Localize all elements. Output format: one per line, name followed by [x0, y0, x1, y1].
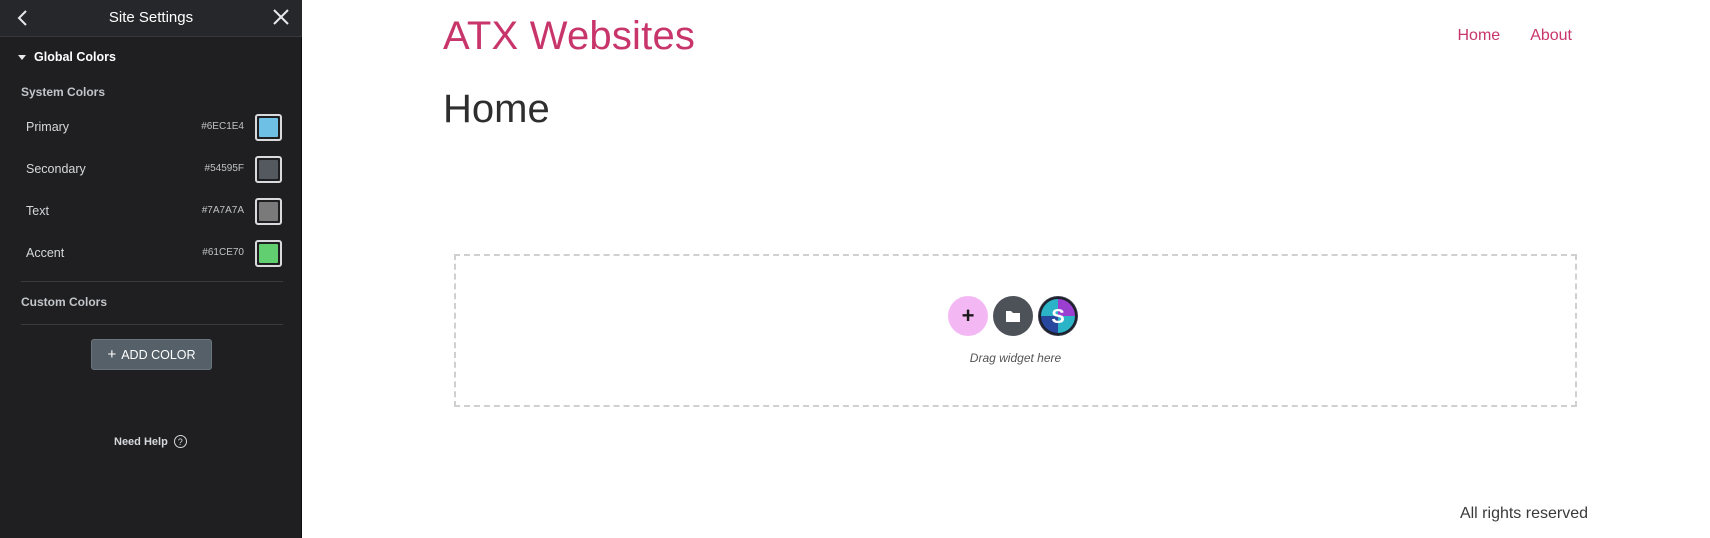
plus-icon: + — [107, 346, 117, 363]
question-circle-icon: ? — [173, 435, 187, 448]
add-section-button[interactable]: + — [948, 296, 988, 336]
color-name: Primary — [26, 120, 70, 134]
site-title[interactable]: ATX Websites — [443, 14, 695, 59]
nav-item-home[interactable]: Home — [1458, 27, 1501, 45]
system-colors-label: System Colors — [21, 85, 106, 99]
color-swatch[interactable] — [255, 114, 282, 141]
add-color-button[interactable]: + ADD COLOR — [91, 339, 212, 370]
color-name: Accent — [26, 246, 65, 260]
color-row-secondary[interactable]: Secondary #54595F — [26, 155, 282, 183]
site-settings-panel: Site Settings Global Colors System Color… — [0, 0, 302, 538]
panel-title: Site Settings — [108, 9, 194, 26]
svg-text:S: S — [1051, 306, 1064, 328]
color-hex: #61CE70 — [202, 247, 244, 258]
color-swatch[interactable] — [255, 156, 282, 183]
drop-zone-hint: Drag widget here — [969, 351, 1062, 365]
color-swatch[interactable] — [255, 198, 282, 225]
main-nav: Home About — [1428, 27, 1573, 45]
plus-icon: + — [961, 303, 975, 328]
plugin-brand-button[interactable]: S — [1038, 296, 1078, 336]
color-row-accent[interactable]: Accent #61CE70 — [26, 239, 282, 267]
color-row-primary[interactable]: Primary #6EC1E4 — [26, 113, 282, 141]
caret-down-icon — [18, 54, 26, 60]
drop-zone-actions: + S — [948, 296, 1078, 336]
close-icon[interactable] — [270, 6, 292, 28]
color-name: Secondary — [26, 162, 86, 176]
color-hex: #7A7A7A — [201, 205, 244, 216]
panel-header: Site Settings — [0, 0, 302, 37]
color-swatch[interactable] — [255, 240, 282, 267]
section-title: Global Colors — [34, 50, 116, 64]
chevron-left-icon[interactable] — [12, 7, 34, 29]
folder-icon — [1006, 311, 1020, 322]
need-help-label: Need Help — [114, 435, 168, 448]
custom-colors-label: Custom Colors — [21, 295, 108, 309]
page-title: Home — [443, 87, 550, 131]
template-library-button[interactable] — [993, 296, 1033, 336]
widget-drop-zone[interactable]: + S Drag widget here — [454, 254, 1577, 407]
nav-item-about[interactable]: About — [1530, 27, 1572, 45]
global-colors-toggle[interactable]: Global Colors — [18, 48, 116, 66]
color-hex: #54595F — [204, 163, 244, 174]
color-name: Text — [26, 204, 49, 218]
need-help-link[interactable]: Need Help ? — [114, 435, 187, 448]
divider — [21, 324, 283, 325]
add-color-label: ADD COLOR — [121, 347, 196, 362]
color-hex: #6EC1E4 — [201, 121, 244, 132]
color-row-text[interactable]: Text #7A7A7A — [26, 197, 282, 225]
starter-logo-icon: S — [1039, 297, 1077, 335]
divider — [21, 281, 283, 282]
footer-text: All rights reserved — [1459, 505, 1588, 522]
